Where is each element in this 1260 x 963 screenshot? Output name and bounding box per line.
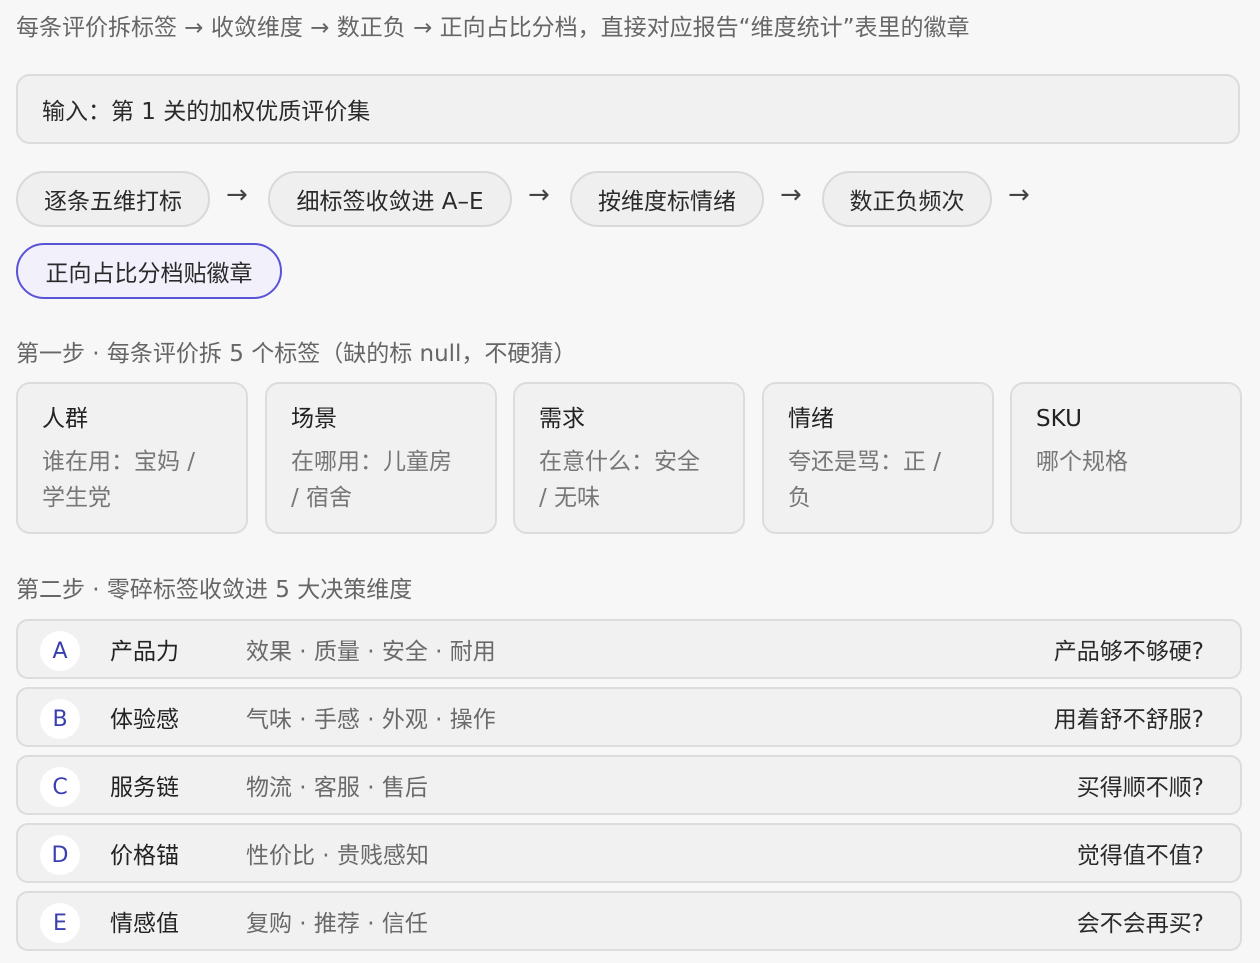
flow-step-badge: 正向占比分档贴徽章 (16, 243, 282, 299)
dimension-letter-badge: D (40, 835, 80, 875)
card-desc-line: 哪个规格 (1036, 449, 1128, 475)
card-desc: 在哪用：儿童房 / 宿舍 (291, 444, 473, 516)
card-desc-line: 在哪用：儿童房 (291, 449, 452, 475)
tag-card-scene: 场景 在哪用：儿童房 / 宿舍 (265, 382, 497, 534)
dimension-question: 觉得值不值? (1076, 843, 1204, 869)
page-subtitle: 每条评价拆标签 → 收敛维度 → 数正负 → 正向占比分档，直接对应报告“维度统… (16, 15, 970, 41)
card-desc: 谁在用：宝妈 / 学生党 (42, 444, 224, 516)
dimension-items: 效果 · 质量 · 安全 · 耐用 (246, 639, 496, 665)
tag-card-audience: 人群 谁在用：宝妈 / 学生党 (16, 382, 248, 534)
dimension-items: 气味 · 手感 · 外观 · 操作 (246, 707, 496, 733)
dimension-items: 性价比 · 贵贱感知 (246, 843, 429, 869)
dimension-row-b: B 体验感 气味 · 手感 · 外观 · 操作 用着舒不舒服? (16, 687, 1242, 747)
input-box: 输入：第 1 关的加权优质评价集 (16, 74, 1240, 144)
dimension-name: 情感值 (110, 911, 179, 937)
flow-arrow-icon: → (780, 180, 802, 210)
flow-step-count: 数正负频次 (822, 171, 992, 227)
card-desc-line: / 无味 (539, 485, 601, 511)
page: 每条评价拆标签 → 收敛维度 → 数正负 → 正向占比分档，直接对应报告“维度统… (0, 0, 1260, 963)
dimension-name: 体验感 (110, 707, 179, 733)
card-desc: 夸还是骂：正 / 负 (788, 444, 970, 516)
flow-step-label: 细标签收敛进 A–E (296, 189, 484, 215)
dimension-name: 价格锚 (110, 843, 179, 869)
flow-step-converge: 细标签收敛进 A–E (268, 171, 512, 227)
card-title: 情绪 (788, 406, 834, 432)
dimension-letter-badge: A (40, 631, 80, 671)
dimension-question: 买得顺不顺? (1076, 775, 1204, 801)
flow-step-label: 按维度标情绪 (598, 189, 736, 215)
input-box-label: 输入：第 1 关的加权优质评价集 (42, 99, 371, 125)
dimension-name: 服务链 (110, 775, 179, 801)
card-title: SKU (1036, 406, 1082, 432)
dimension-name: 产品力 (110, 639, 179, 665)
card-desc-line: / 宿舍 (291, 485, 353, 511)
flow-step-label: 正向占比分档贴徽章 (45, 261, 253, 287)
flow-step-label: 数正负频次 (849, 189, 965, 215)
flow-arrow-icon: → (1008, 180, 1030, 210)
dimension-row-a: A 产品力 效果 · 质量 · 安全 · 耐用 产品够不够硬? (16, 619, 1242, 679)
card-title: 场景 (291, 406, 337, 432)
dimension-letter-badge: C (40, 767, 80, 807)
card-desc: 在意什么：安全 / 无味 (539, 444, 721, 516)
dimension-items: 复购 · 推荐 · 信任 (246, 911, 428, 937)
step2-label: 第二步 · 零碎标签收敛进 5 大决策维度 (16, 577, 413, 603)
flow-arrow-icon: → (528, 180, 550, 210)
card-desc-line: 学生党 (42, 485, 111, 511)
card-desc-line: 负 (788, 485, 811, 511)
dimension-letter-badge: B (40, 699, 80, 739)
tag-card-sku: SKU 哪个规格 (1010, 382, 1242, 534)
dimension-row-c: C 服务链 物流 · 客服 · 售后 买得顺不顺? (16, 755, 1242, 815)
dimension-row-e: E 情感值 复购 · 推荐 · 信任 会不会再买? (16, 891, 1242, 951)
flow-step-sentiment: 按维度标情绪 (570, 171, 764, 227)
card-title: 人群 (42, 406, 88, 432)
card-desc-line: 在意什么：安全 (539, 449, 700, 475)
card-desc: 哪个规格 (1036, 444, 1218, 480)
tag-card-emotion: 情绪 夸还是骂：正 / 负 (762, 382, 994, 534)
dimension-question: 会不会再买? (1076, 911, 1204, 937)
dimension-question: 用着舒不舒服? (1053, 707, 1204, 733)
flow-arrow-icon: → (226, 180, 248, 210)
dimension-question: 产品够不够硬? (1053, 639, 1204, 665)
flow-step-label: 逐条五维打标 (44, 189, 182, 215)
dimension-row-d: D 价格锚 性价比 · 贵贱感知 觉得值不值? (16, 823, 1242, 883)
flow-step-tagging: 逐条五维打标 (16, 171, 210, 227)
card-title: 需求 (539, 406, 585, 432)
step1-label: 第一步 · 每条评价拆 5 个标签（缺的标 null，不硬猜） (16, 341, 577, 367)
card-desc-line: 谁在用：宝妈 / (42, 449, 196, 475)
tag-card-need: 需求 在意什么：安全 / 无味 (513, 382, 745, 534)
dimension-items: 物流 · 客服 · 售后 (246, 775, 428, 801)
card-desc-line: 夸还是骂：正 / (788, 449, 942, 475)
dimension-letter-badge: E (40, 903, 80, 943)
